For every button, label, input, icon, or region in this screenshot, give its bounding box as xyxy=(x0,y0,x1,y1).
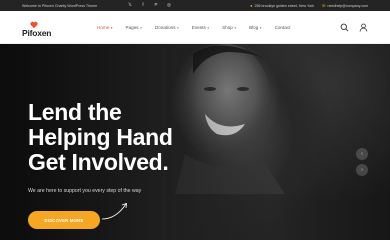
welcome-text: Welcome to Pifoxen Charity WordPress The… xyxy=(22,3,98,8)
hero-subtitle: We are here to support you every step of… xyxy=(28,188,142,194)
pinterest-icon[interactable]: P xyxy=(153,2,159,8)
address-text: 256 brooklyn golden street, New York xyxy=(254,3,315,8)
nav-contact[interactable]: Contact xyxy=(275,25,291,30)
location-pin-icon: ● xyxy=(250,3,253,8)
chevron-down-icon: ▾ xyxy=(207,25,210,30)
site-logo[interactable]: Pifoxen xyxy=(22,19,62,39)
chevron-down-icon: ▾ xyxy=(259,25,262,30)
instagram-icon[interactable]: ◎ xyxy=(166,2,172,8)
logo-text: Pifoxen xyxy=(22,28,52,38)
email-text[interactable]: needhelp@company.com xyxy=(327,4,368,8)
social-links: 𝕏 f P ◎ xyxy=(127,2,172,8)
nav-blog[interactable]: Blog ▾ xyxy=(249,25,261,30)
nav-donations[interactable]: Donations ▾ xyxy=(155,25,179,30)
nav-shop[interactable]: Shop ▾ xyxy=(222,25,236,30)
nav-events[interactable]: Events ▾ xyxy=(192,25,209,30)
hero-slider: Lend the Helping Hand Get Involved. We a… xyxy=(0,44,390,240)
header-actions xyxy=(340,23,368,32)
chevron-down-icon: ▾ xyxy=(234,25,237,30)
discover-more-button[interactable]: DISCOVER MORE xyxy=(28,211,100,229)
hero-title-line3: Get Involved. xyxy=(28,149,169,175)
main-header: Pifoxen Home ▾ Pages ▾ Donations ▾ Event… xyxy=(0,11,390,44)
facebook-icon[interactable]: f xyxy=(140,2,146,8)
contact-info: ● 256 brooklyn golden street, New York ✉… xyxy=(250,0,368,11)
nav-pages-label: Pages xyxy=(125,25,139,30)
main-nav: Home ▾ Pages ▾ Donations ▾ Events ▾ Shop… xyxy=(97,11,303,44)
address-item: ● 256 brooklyn golden street, New York xyxy=(250,3,314,8)
slider-prev-button[interactable]: ‹ xyxy=(356,148,368,160)
twitter-icon[interactable]: 𝕏 xyxy=(127,2,133,8)
search-icon[interactable] xyxy=(340,23,349,32)
chevron-down-icon: ▾ xyxy=(140,25,142,30)
nav-events-label: Events xyxy=(191,25,206,30)
chevron-down-icon: ▾ xyxy=(110,25,113,30)
nav-donations-label: Donations xyxy=(154,25,176,30)
chevron-right-icon: › xyxy=(361,167,363,173)
curved-arrow-icon xyxy=(101,202,127,220)
nav-shop-label: Shop xyxy=(222,25,233,30)
nav-blog-label: Blog xyxy=(249,25,259,30)
nav-home-label: Home xyxy=(97,25,110,30)
user-icon[interactable] xyxy=(359,23,368,32)
envelope-icon: ✉ xyxy=(322,3,326,8)
nav-home[interactable]: Home ▾ xyxy=(97,25,113,30)
chevron-left-icon: ‹ xyxy=(361,151,363,157)
hero-title-line1: Lend the xyxy=(28,99,122,125)
nav-pages[interactable]: Pages ▾ xyxy=(126,25,142,30)
top-bar: Welcome to Pifoxen Charity WordPress The… xyxy=(0,0,390,11)
chevron-down-icon: ▾ xyxy=(177,25,179,30)
hero-title-line2: Helping Hand xyxy=(28,124,173,150)
nav-contact-label: Contact xyxy=(274,25,291,30)
email-item[interactable]: ✉ needhelp@company.com xyxy=(322,3,368,8)
slider-next-button[interactable]: › xyxy=(356,164,368,176)
